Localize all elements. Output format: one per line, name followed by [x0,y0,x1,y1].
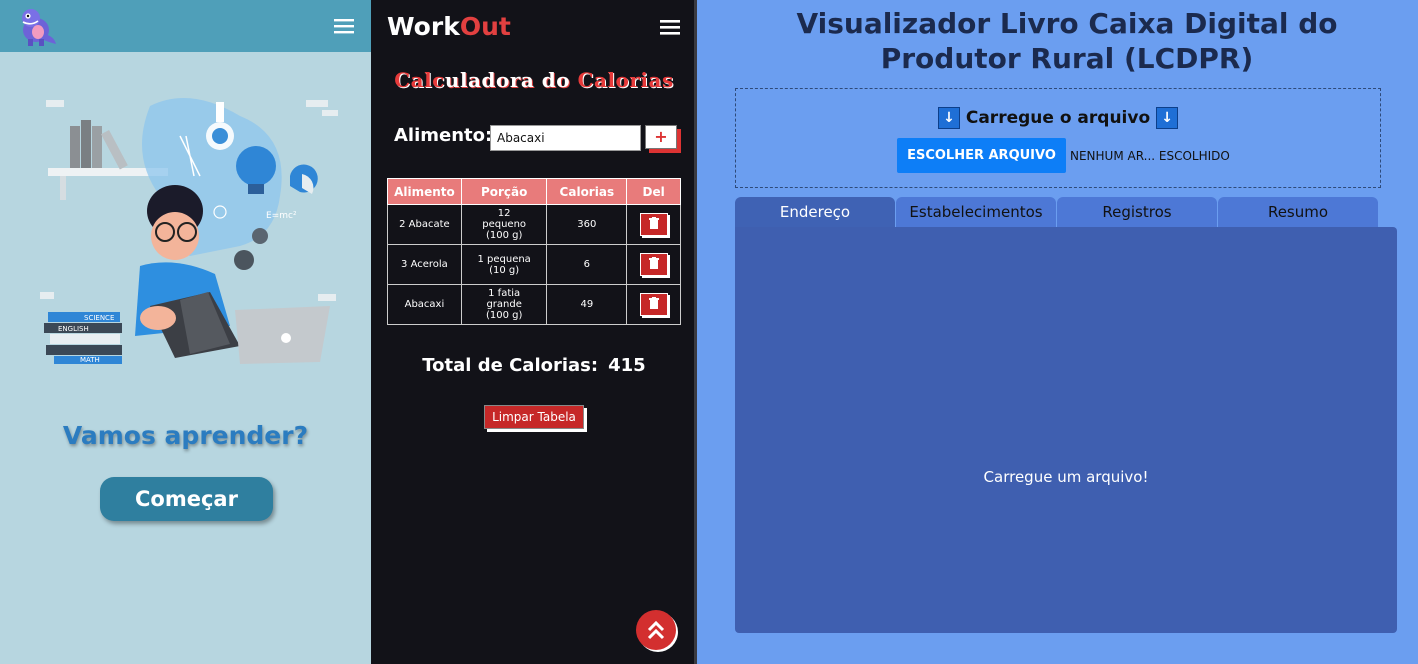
delete-cell [626,284,681,325]
calories-cell: 49 [546,284,628,325]
formula-text: E=mc² [266,211,297,221]
start-button[interactable]: Começar [100,477,273,521]
english-book-label: ENGLISH [58,325,89,333]
student-reading-illustration: E=mc² SCIENCE ENGLISH MATH [40,98,338,364]
tab-resumo[interactable]: Resumo [1218,197,1378,227]
trash-icon [648,257,659,269]
learning-app-header [0,0,371,52]
brand-main-text: Work [387,12,460,41]
file-status-text: NENHUM AR... ESCOLHIDO [1070,149,1230,163]
table-row: 3 Acerola 1 pequena (10 g) 6 [387,244,681,285]
tab-registros[interactable]: Registros [1057,197,1217,227]
calculator-title-part-2: uladora do [444,68,578,92]
table-row: Abacaxi 1 fatia grande (100 g) 49 [387,284,681,325]
lcdpr-viewer-panel: Visualizador Livro Caixa Digital do Produ… [697,0,1418,664]
learning-headline: Vamos aprender? [62,421,309,450]
delete-row-button[interactable] [639,213,668,236]
file-dropzone[interactable]: ↓ Carregue o arquivo ↓ ESCOLHER ARQUIVO … [735,88,1381,188]
add-food-button[interactable]: + [645,125,677,149]
upload-title: ↓ Carregue o arquivo ↓ [736,107,1380,129]
double-chevron-up-icon[interactable] [636,610,676,650]
calculator-title: Calculadora do Calorias [371,68,697,92]
table-header-row: Alimento Porção Calorias Del [387,178,681,205]
trash-icon [648,297,659,309]
portion-cell: 1 fatia grande (100 g) [460,284,548,325]
food-input[interactable] [490,125,641,151]
hamburger-menu-icon[interactable] [659,18,681,36]
total-label: Total de Calorias: [422,355,599,376]
learning-app-panel: E=mc² SCIENCE ENGLISH MATH Vamos aprende… [0,0,371,664]
hamburger-menu-icon[interactable] [332,16,356,36]
science-book-label: SCIENCE [84,314,114,322]
clear-table-button[interactable]: Limpar Tabela [484,405,584,429]
calorie-table: Alimento Porção Calorias Del 2 Abacate 1… [387,178,681,325]
portion-cell: 1 pequena (10 g) [460,244,548,285]
food-cell: 2 Abacate [387,204,462,245]
workout-brand[interactable]: WorkOut [387,12,511,41]
table-row: 2 Abacate 12 pequeno (100 g) 360 [387,204,681,245]
tab-content-panel: Carregue um arquivo! [735,227,1397,633]
column-header-food: Alimento [387,178,462,205]
calculator-title-part-1: Calc [394,68,445,92]
brand-accent-text: Out [459,12,511,41]
down-arrow-icon: ↓ [1156,107,1179,129]
trash-icon [648,217,659,229]
column-header-delete: Del [626,178,681,205]
delete-row-button[interactable] [639,253,668,276]
tab-estabelecimentos[interactable]: Estabelecimentos [896,197,1056,227]
column-header-calories: Calorias [546,178,628,205]
math-book-label: MATH [80,356,100,364]
column-header-portion: Porção [460,178,548,205]
delete-cell [626,204,681,245]
food-cell: Abacaxi [387,284,462,325]
calories-cell: 360 [546,204,628,245]
tab-endereco[interactable]: Endereço [735,197,895,227]
food-label: Alimento: [394,125,493,146]
portion-cell: 12 pequeno (100 g) [460,204,548,245]
calculator-title-part-3: Calorias [577,68,674,92]
page-title: Visualizador Livro Caixa Digital do Produ… [796,7,1338,75]
delete-cell [626,244,681,285]
empty-state-message: Carregue um arquivo! [983,468,1149,486]
total-value: 415 [608,355,646,376]
upload-title-text: Carregue o arquivo [965,108,1151,128]
calories-cell: 6 [546,244,628,285]
delete-row-button[interactable] [639,293,668,316]
dinosaur-logo-icon[interactable] [14,4,58,48]
down-arrow-icon: ↓ [937,107,960,129]
food-cell: 3 Acerola [387,244,462,285]
choose-file-button[interactable]: ESCOLHER ARQUIVO [897,138,1066,173]
total-calories: Total de Calorias: 415 [371,355,697,376]
workout-panel: WorkOut Calculadora do Calorias Alimento… [371,0,697,664]
